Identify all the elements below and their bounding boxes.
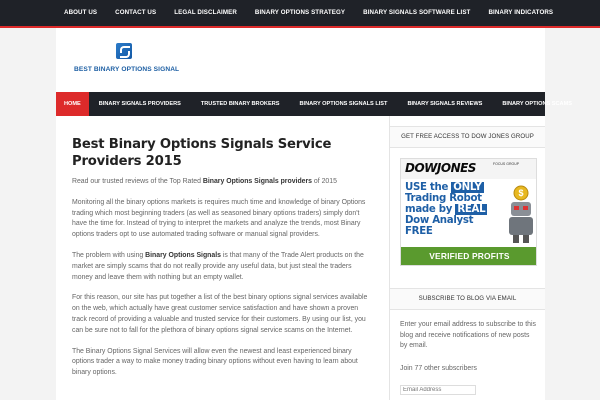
top-nav-binary-signals-software-list[interactable]: BINARY SIGNALS SOFTWARE LIST: [354, 0, 479, 26]
ad-line-5: FREE: [405, 226, 433, 237]
subscriber-count: Join 77 other subscribers: [400, 365, 477, 372]
ad-line-3-highlight: REAL: [455, 204, 488, 215]
intro-text: Read our trusted reviews of the Top Rate…: [72, 178, 203, 185]
ad-focus-group: FOCUS GROUP: [493, 162, 520, 166]
top-nav-binary-indicators[interactable]: BINARY INDICATORS: [479, 0, 562, 26]
ad-line-1-highlight: ONLY: [451, 182, 484, 193]
article-paragraph-4: The Binary Options Signal Services will …: [72, 347, 358, 377]
main-nav-binary-options-scams[interactable]: BINARY OPTIONS SCAMS: [492, 92, 582, 116]
top-nav-binary-options-strategy[interactable]: BINARY OPTIONS STRATEGY: [246, 0, 354, 26]
logo-icon: [116, 43, 132, 59]
svg-text:$: $: [518, 188, 523, 198]
verified-profits-button[interactable]: VERIFIED PROFITS: [401, 247, 536, 265]
article-paragraph-2: The problem with using Binary Options Si…: [72, 251, 373, 283]
site-header: BEST BINARY OPTIONS SIGNAL: [56, 28, 545, 92]
main-content: Best Binary Options Signals Service Prov…: [56, 116, 389, 400]
ad-header: DOWJONES FOCUS GROUP: [401, 159, 536, 179]
logo-text: BEST BINARY OPTIONS SIGNAL: [74, 66, 180, 73]
ad-line-4: Dow Analyst: [405, 215, 474, 226]
main-nav-trusted-binary-brokers[interactable]: TRUSTED BINARY BROKERS: [191, 92, 290, 116]
main-navigation: HOME BINARY SIGNALS PROVIDERS TRUSTED BI…: [56, 92, 572, 116]
intro-paragraph: Read our trusted reviews of the Top Rate…: [72, 177, 373, 188]
main-nav-home[interactable]: HOME: [56, 92, 89, 116]
ad-brand: DOWJONES: [405, 161, 476, 175]
ad-line-3: made by: [405, 204, 456, 215]
ad-headline: USE the ONLY Trading Robot made by REAL …: [405, 182, 488, 237]
intro-text-end: of 2015: [312, 178, 337, 185]
sidebar: GET FREE ACCESS TO DOW JONES GROUP DOWJO…: [389, 116, 545, 400]
robot-icon: $: [509, 185, 533, 243]
subscribe-description: Enter your email address to subscribe to…: [400, 321, 536, 350]
widget-title-subscribe: SUBSCRIBE TO BLOG VIA EMAIL: [390, 288, 545, 310]
ad-line-2: Trading Robot: [405, 193, 482, 204]
main-nav-binary-signals-reviews[interactable]: BINARY SIGNALS REVIEWS: [397, 92, 492, 116]
paragraph-2-text: The problem with using: [72, 251, 146, 259]
top-navigation: ABOUT US CONTACT US LEGAL DISCLAIMER BIN…: [0, 0, 600, 26]
top-nav-about-us[interactable]: ABOUT US: [56, 0, 106, 26]
page-title: Best Binary Options Signals Service Prov…: [72, 137, 332, 169]
article-paragraph-1: Monitoring all the binary options market…: [72, 198, 366, 239]
top-nav-contact-us[interactable]: CONTACT US: [106, 0, 165, 26]
main-nav-binary-options-signals-list[interactable]: BINARY OPTIONS SIGNALS LIST: [289, 92, 397, 116]
top-nav-legal-disclaimer[interactable]: LEGAL DISCLAIMER: [165, 0, 246, 26]
article-paragraph-3: For this reason, our site has put togeth…: [72, 294, 368, 334]
paragraph-2-bold-text: Binary Options Signals: [145, 251, 221, 259]
ad-line-1: USE the: [405, 182, 452, 193]
dow-jones-ad-banner[interactable]: DOWJONES FOCUS GROUP USE the ONLY Tradin…: [400, 158, 537, 266]
email-field[interactable]: [400, 385, 476, 395]
widget-title-dow-jones: GET FREE ACCESS TO DOW JONES GROUP: [390, 126, 545, 148]
main-nav-binary-signals-providers[interactable]: BINARY SIGNALS PROVIDERS: [89, 92, 191, 116]
intro-bold-text: Binary Options Signals providers: [202, 178, 313, 185]
